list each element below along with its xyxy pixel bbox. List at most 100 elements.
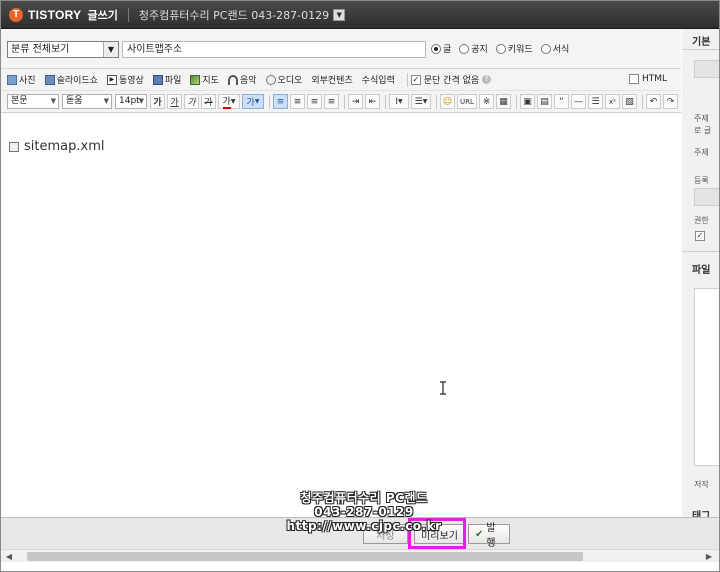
insert-audio-button[interactable]: 오디오 [265, 73, 302, 86]
indent-button[interactable]: ⇥ [348, 94, 363, 109]
bold-button[interactable]: 가 [150, 94, 165, 109]
insert-video-button[interactable]: ▶ 동영상 [106, 73, 144, 86]
spellcheck-icon: ▧ [625, 96, 634, 107]
sidebar-field[interactable] [694, 60, 719, 78]
box-button[interactable]: ▣ [520, 94, 535, 109]
radio-label: 공지 [471, 45, 488, 55]
font-select[interactable]: 돋움 ▼ [62, 94, 112, 109]
redo-button[interactable]: ↷ [663, 94, 678, 109]
align-left-button[interactable]: ≡ [273, 94, 288, 109]
undo-button[interactable]: ↶ [646, 94, 661, 109]
scroll-left-icon[interactable]: ◀ [3, 551, 15, 562]
insert-label: 슬라이드쇼 [56, 76, 98, 86]
attachment-name: sitemap.xml [24, 139, 105, 154]
list-button[interactable]: ☰ ▼ [411, 94, 431, 109]
emoticon-button[interactable]: ☺ [440, 94, 455, 109]
strikethrough-button[interactable]: 가 [201, 94, 216, 109]
insert-formula-button[interactable]: 수식입력 [362, 73, 395, 86]
attachment-item[interactable]: sitemap.xml [9, 139, 104, 154]
indent-icon: ⇥ [351, 96, 360, 107]
watermark-line: 청주컴퓨터수리 PC랜드 [300, 491, 428, 505]
publish-button[interactable]: ✔ 발행 [468, 523, 510, 549]
special-char-icon: ※ [482, 96, 491, 107]
category-select[interactable]: 분류 전체보기 ▼ [7, 41, 119, 58]
chevron-down-icon: ▼ [230, 98, 236, 105]
chevron-down-icon: ▼ [50, 97, 56, 105]
quote-button[interactable]: “ [554, 94, 569, 109]
chevron-down-icon: ▼ [138, 97, 144, 105]
brand-name: TISTORY [28, 7, 82, 22]
scroll-right-icon[interactable]: ▶ [703, 551, 715, 562]
font-size-select[interactable]: 14pt ▼ [115, 94, 147, 109]
insert-external-button[interactable]: 외부컨텐츠 [311, 73, 352, 86]
align-center-button[interactable]: ≡ [290, 94, 305, 109]
insert-photo-button[interactable]: 사진 [7, 73, 36, 86]
insert-file-button[interactable]: 파일 [152, 73, 182, 86]
radio-template[interactable]: 서식 [540, 42, 569, 55]
spellcheck-button[interactable]: ▧ [622, 94, 637, 109]
horizontal-scrollbar[interactable]: ◀ ▶ [1, 549, 719, 562]
insert-label: 사진 [19, 76, 36, 86]
align-right-button[interactable]: ≡ [307, 94, 322, 109]
background-color-button[interactable]: 가 ▼ [242, 94, 264, 109]
map-icon [190, 74, 201, 85]
headphones-icon [227, 74, 238, 85]
superscript-button[interactable]: x² [605, 94, 620, 109]
url-label: URL [460, 97, 474, 106]
file-icon [152, 74, 163, 85]
radio-dot [431, 43, 441, 54]
paragraph-style-select[interactable]: 본문 ▼ [7, 94, 59, 109]
editor-content-area[interactable]: sitemap.xml [1, 113, 681, 517]
line-height-button[interactable]: I ▼ [389, 94, 409, 109]
toolbar-divider [406, 72, 408, 87]
scrollbar-thumb[interactable] [27, 552, 583, 561]
font-color-button[interactable]: 가 ▼ [218, 94, 240, 109]
radio-label: 글 [443, 45, 452, 55]
insert-map-button[interactable]: 지도 [190, 73, 219, 86]
align-justify-button[interactable]: ≡ [324, 94, 339, 109]
paragraph-spacing-toggle[interactable]: ✓ 문단 간격 없음 ? [410, 73, 492, 86]
sidebar-topic-label: 주제 [694, 114, 709, 123]
radio-keyword[interactable]: 키워드 [495, 42, 533, 55]
table-button[interactable]: ▦ [496, 94, 511, 109]
divider-button[interactable]: — [571, 94, 586, 109]
list-icon: ☰ [414, 96, 423, 107]
toolbar-divider [344, 94, 345, 109]
sidebar-topic2-label: 주제 [694, 148, 709, 157]
insert-label: 동영상 [118, 76, 144, 86]
more-icon: ▤ [540, 96, 549, 107]
undo-icon: ↶ [649, 96, 658, 107]
chevron-down-icon: ▼ [422, 98, 428, 105]
tistory-logo[interactable]: T TISTORY [9, 7, 82, 22]
link-button[interactable]: URL [457, 94, 477, 109]
insert-music-button[interactable]: 음악 [227, 73, 257, 86]
chevron-down-icon: ▼ [103, 42, 118, 57]
text-cursor-icon [440, 381, 446, 395]
radio-post[interactable]: 글 [431, 42, 451, 55]
insert-label: 지도 [202, 76, 219, 86]
radio-notice[interactable]: 공지 [459, 42, 488, 55]
insert-label: 수식입력 [361, 76, 395, 86]
underline-button[interactable]: 가 [167, 94, 182, 109]
toolbar-divider [642, 94, 643, 109]
insert-slideshow-button[interactable]: 슬라이드쇼 [44, 73, 98, 86]
sidebar-field[interactable] [694, 188, 719, 206]
insert-label: 파일 [164, 76, 182, 86]
sidebar-permission-label: 권한 [694, 216, 709, 225]
blog-dropdown-button[interactable]: ▼ [333, 8, 346, 21]
title-divider [127, 7, 129, 22]
sidebar-file-list[interactable] [694, 288, 719, 466]
editor-window: T TISTORY 글쓰기 청주컴퓨터수리 PC랜드 043-287-0129 … [0, 0, 720, 572]
watermark-line: 043-287-0129 [314, 505, 414, 519]
html-mode-toggle[interactable]: HTML [628, 74, 667, 84]
outdent-button[interactable]: ⇤ [365, 94, 380, 109]
publish-label: 발행 [486, 523, 496, 549]
sidebar-copyright-label: 저작 [694, 480, 709, 489]
special-char-button[interactable]: ※ [479, 94, 494, 109]
sidebar-checkbox[interactable]: ✓ [695, 231, 705, 241]
hr-button[interactable]: ☰ [588, 94, 603, 109]
title-input[interactable]: 사이트맵주소 [122, 41, 426, 58]
more-button[interactable]: ▤ [537, 94, 552, 109]
table-icon: ▦ [499, 96, 508, 107]
italic-button[interactable]: 가 [184, 94, 199, 109]
